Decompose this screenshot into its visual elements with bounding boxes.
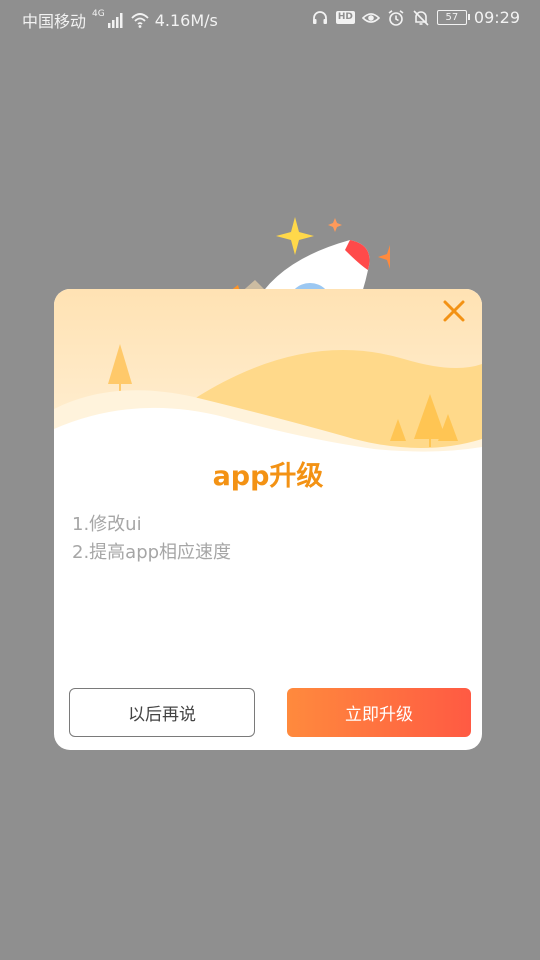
eye-icon <box>361 12 380 23</box>
close-icon[interactable] <box>440 297 468 325</box>
later-button[interactable]: 以后再说 <box>69 688 255 737</box>
alarm-icon <box>388 9 404 26</box>
battery-icon: 57 <box>436 10 470 25</box>
network-type: 4G <box>92 9 105 19</box>
dialog-title: app升级 <box>212 461 324 492</box>
status-right: HD 57 09:29 <box>311 8 520 27</box>
note-item: 1.修改ui <box>72 514 142 535</box>
network-speed: 4.16M/s <box>154 10 218 30</box>
dialog-header-illustration <box>54 289 482 459</box>
headset-icon <box>312 10 327 24</box>
upgrade-now-button[interactable]: 立即升级 <box>287 688 471 737</box>
wifi-icon <box>131 13 149 28</box>
signal-icon <box>107 13 123 28</box>
upgrade-dialog: app升级 1.修改ui 2.提高app相应速度 以后再说 立即升级 <box>54 289 482 750</box>
clock: 09:29 <box>473 8 520 27</box>
status-bar: 中国移动 4G 4.16M/s HD 57 09:29 <box>0 0 540 38</box>
note-item: 2.提高app相应速度 <box>72 542 232 563</box>
release-notes: 1.修改ui 2.提高app相应速度 <box>72 511 231 567</box>
screen: 中国移动 4G 4.16M/s HD 57 09:29 app升级 1.修改ui… <box>0 0 540 960</box>
hd-icon: HD <box>335 11 355 24</box>
status-left: 中国移动 4G 4.16M/s <box>22 8 218 32</box>
bell-off-icon <box>413 9 429 26</box>
carrier-name: 中国移动 <box>22 12 87 31</box>
